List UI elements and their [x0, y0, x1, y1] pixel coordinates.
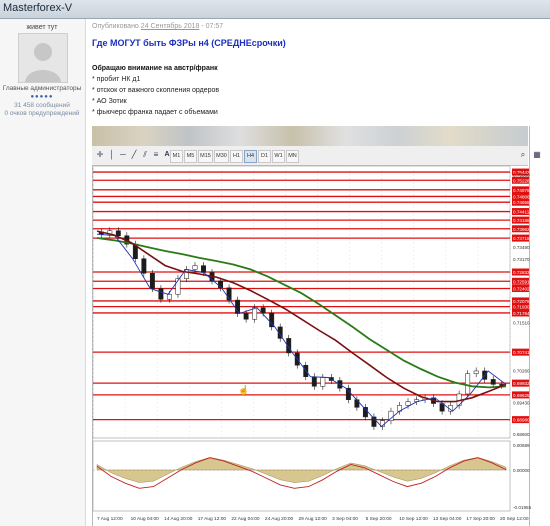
candle [473, 370, 479, 374]
price-axis-label: 0.71510 [513, 321, 530, 326]
time-axis-label: 5 Sep 20:00 [366, 516, 392, 522]
oscillator-axis-label: -0.01955 [513, 505, 532, 510]
mouse-cursor-icon: ☝ [238, 384, 249, 396]
price-axis-label: 0.72402 [513, 287, 530, 292]
candle [252, 307, 258, 320]
time-axis-label: 14 Aug 20:00 [164, 516, 193, 522]
candle [166, 294, 172, 300]
price-axis-label: 0.74411 [513, 210, 530, 215]
price-axis-label: 0.75380 [513, 172, 530, 177]
candle [115, 230, 121, 236]
time-axis-label: 17 Sep 20:00 [466, 516, 495, 522]
candle [320, 377, 326, 387]
price-axis-label: 0.71930 [513, 305, 530, 310]
time-axis-label: 10 Aug 04:00 [131, 516, 160, 522]
price-axis-label: 0.75228 [513, 178, 530, 183]
candle [405, 401, 411, 406]
price-axis-label: 0.72833 [513, 270, 530, 275]
time-axis-label: 13 Sep 04:00 [433, 516, 462, 522]
candle [311, 376, 317, 387]
price-axis-label: 0.70260 [513, 369, 530, 374]
oscillator-axis-label: 0.00000 [513, 468, 530, 473]
price-axis-label: 0.74806 [513, 194, 530, 199]
price-axis-label: 0.74655 [513, 200, 530, 205]
time-axis-label: 7 Aug 12:00 [97, 516, 123, 522]
candle [465, 373, 471, 395]
time-axis-label: 29 Aug 12:00 [299, 516, 328, 522]
candle [158, 288, 164, 300]
price-axis-label: 0.68600 [513, 432, 530, 437]
price-pane [92, 165, 511, 439]
oscillator-axis-label: 0.00689 [513, 443, 530, 448]
price-axis-label: 0.69430 [513, 400, 530, 405]
price-axis-label: 0.68980 [513, 418, 530, 423]
time-axis-label: 17 Aug 12:00 [198, 516, 227, 522]
candle [192, 265, 198, 270]
price-axis-label: 0.70741 [513, 350, 530, 355]
time-axis-label: 22 Aug 04:00 [231, 516, 260, 522]
candle [201, 265, 206, 273]
price-axis-label: 0.73962 [513, 227, 530, 232]
price-axis-label: 0.69932 [513, 381, 530, 386]
price-axis-label: 0.71764 [513, 311, 530, 316]
time-axis-label: 3 Sep 04:00 [332, 516, 358, 522]
price-axis-label: 0.72591 [513, 279, 530, 284]
price-axis-label: 0.73718 [513, 236, 530, 241]
candle [490, 379, 496, 385]
candle [354, 399, 360, 408]
candle [345, 387, 351, 400]
candle [149, 273, 155, 289]
price-axis-label: 0.74188 [513, 218, 530, 223]
time-axis-label: 20 Sep 12:00 [500, 516, 529, 522]
price-axis-label: 0.69625 [513, 393, 530, 398]
price-axis-label: 0.74978 [513, 188, 530, 193]
time-axis-label: 10 Sep 12:00 [399, 516, 428, 522]
candle [141, 258, 147, 274]
price-axis-label: 0.73170 [513, 257, 530, 262]
price-chart[interactable]: 0.754420.753800.752280.749780.748060.746… [0, 0, 550, 526]
time-axis-label: 24 Aug 20:00 [265, 516, 294, 522]
price-axis-label: 0.73480 [513, 245, 530, 250]
candle [243, 313, 249, 320]
